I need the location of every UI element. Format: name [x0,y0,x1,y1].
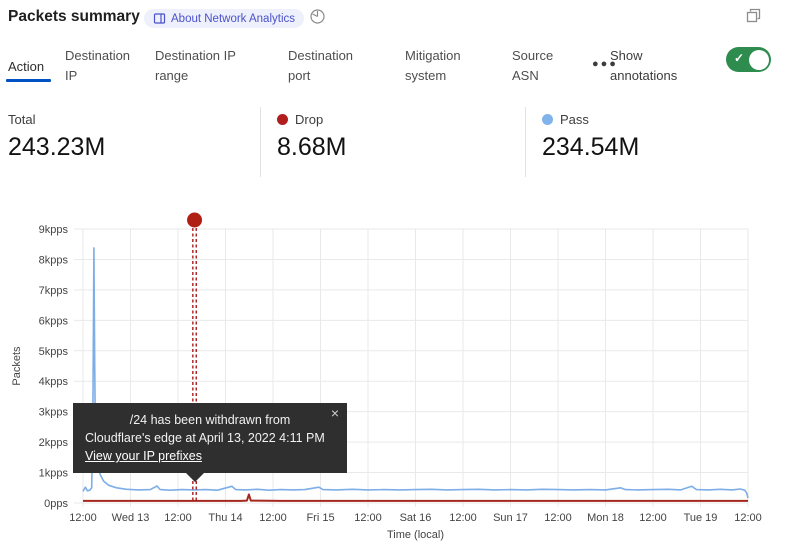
svg-text:3kpps: 3kpps [39,407,69,419]
svg-text:12:00: 12:00 [449,512,477,524]
restore-window-icon[interactable] [745,7,762,24]
view-ip-prefixes-link[interactable]: View your IP prefixes [85,447,202,465]
badge-label: About Network Analytics [171,13,295,25]
svg-text:12:00: 12:00 [259,512,287,524]
svg-text:12:00: 12:00 [639,512,667,524]
svg-text:12:00: 12:00 [544,512,572,524]
stat-drop: Drop 8.68M [277,112,346,162]
clock-icon[interactable] [309,8,326,25]
active-tab-underline [6,79,51,82]
stat-pass: Pass 234.54M [542,112,639,162]
toggle-knob [749,50,769,70]
page-title: Packets summary [8,8,140,26]
stats-divider [260,107,261,177]
svg-text:Sun 17: Sun 17 [493,512,528,524]
check-icon: ✓ [734,51,744,65]
svg-text:Thu 14: Thu 14 [208,512,242,524]
tab-destination-ip[interactable]: Destination IP [65,46,137,86]
svg-text:Tue 19: Tue 19 [684,512,718,524]
tab-destination-port[interactable]: Destination port [288,46,360,86]
stat-drop-label: Drop [295,112,323,127]
svg-text:12:00: 12:00 [69,512,97,524]
show-annotations-label: Show annotations [610,46,692,86]
stat-total-value: 243.23M [8,133,105,162]
tab-destination-ip-range[interactable]: Destination IP range [155,46,243,86]
annotation-tooltip: × /24 has been withdrawn from Cloudflare… [73,403,347,473]
stat-pass-label: Pass [560,112,589,127]
tab-mitigation-system[interactable]: Mitigation system [405,46,477,86]
stat-total: Total 243.23M [8,112,105,162]
stat-drop-value: 8.68M [277,133,346,162]
tooltip-text-line1: /24 has been withdrawn from [85,411,335,429]
svg-text:5kpps: 5kpps [39,346,69,358]
about-network-analytics-badge[interactable]: About Network Analytics [144,9,304,28]
svg-text:7kpps: 7kpps [39,285,69,297]
svg-text:8kpps: 8kpps [39,254,69,266]
svg-text:2kpps: 2kpps [39,437,69,449]
svg-text:Time (local): Time (local) [387,529,444,541]
svg-text:12:00: 12:00 [734,512,762,524]
svg-text:Fri 15: Fri 15 [306,512,334,524]
svg-text:Packets: Packets [11,346,23,386]
svg-text:9kpps: 9kpps [39,224,69,236]
tab-action[interactable]: Action [8,57,44,77]
close-icon[interactable]: × [331,406,339,420]
tooltip-text-line2: Cloudflare's edge at April 13, 2022 4:11… [85,429,335,447]
show-annotations-toggle[interactable]: ✓ [726,47,771,72]
pass-legend-dot [542,114,553,125]
packets-summary-panel: Packets summary About Network Analytics … [0,0,785,555]
book-icon [153,12,166,25]
stat-pass-value: 234.54M [542,133,639,162]
tooltip-arrow [186,473,204,482]
svg-text:0pps: 0pps [44,498,68,510]
tab-source-asn[interactable]: Source ASN [512,46,560,86]
stat-total-label: Total [8,112,35,127]
svg-text:Wed 13: Wed 13 [112,512,150,524]
svg-text:1kpps: 1kpps [39,468,69,480]
svg-text:4kpps: 4kpps [39,376,69,388]
annotation-dot[interactable] [187,213,202,228]
stats-divider [525,107,526,177]
svg-text:Mon 18: Mon 18 [587,512,624,524]
drop-legend-dot [277,114,288,125]
svg-text:6kpps: 6kpps [39,315,69,327]
svg-text:12:00: 12:00 [164,512,192,524]
svg-text:12:00: 12:00 [354,512,382,524]
svg-text:Sat 16: Sat 16 [400,512,432,524]
